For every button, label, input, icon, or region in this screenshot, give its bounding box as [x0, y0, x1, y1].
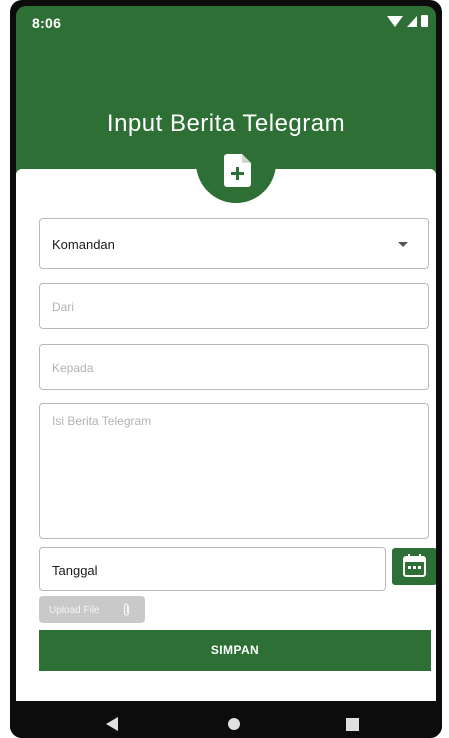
- status-icons: [387, 15, 428, 27]
- back-icon[interactable]: [106, 717, 118, 731]
- wifi-icon: [387, 15, 403, 27]
- calendar-icon: [403, 554, 426, 577]
- page-title: Input Berita Telegram: [106, 110, 346, 137]
- upload-file-button[interactable]: Upload File: [39, 596, 145, 623]
- document-add-icon: [224, 154, 251, 187]
- dari-input[interactable]: Dari: [39, 283, 429, 329]
- save-button[interactable]: SIMPAN: [39, 630, 431, 671]
- komandan-dropdown[interactable]: Komandan: [39, 218, 429, 269]
- tanggal-value: Tanggal: [52, 563, 98, 578]
- tanggal-input[interactable]: Tanggal: [39, 547, 386, 591]
- isi-berita-placeholder: Isi Berita Telegram: [52, 414, 152, 428]
- komandan-dropdown-value: Komandan: [52, 237, 115, 252]
- status-bar: 8:06: [16, 6, 436, 34]
- recent-apps-icon[interactable]: [346, 718, 359, 731]
- kepada-placeholder: Kepada: [52, 361, 94, 375]
- signal-icon: [407, 15, 417, 27]
- upload-file-label: Upload File: [49, 605, 100, 616]
- phone-frame: 8:06 Input Berita Telegram Komandan Dari…: [10, 0, 442, 738]
- calendar-button[interactable]: [392, 548, 436, 585]
- android-nav-bar: [10, 702, 442, 738]
- chevron-down-icon[interactable]: [398, 242, 408, 247]
- kepada-input[interactable]: Kepada: [39, 344, 429, 390]
- battery-icon: [421, 15, 428, 27]
- home-icon[interactable]: [228, 718, 240, 730]
- dari-placeholder: Dari: [52, 300, 75, 314]
- isi-berita-textarea[interactable]: Isi Berita Telegram: [39, 403, 429, 539]
- app-screen: 8:06 Input Berita Telegram Komandan Dari…: [16, 6, 436, 701]
- paperclip-icon: [123, 603, 130, 616]
- status-time: 8:06: [32, 15, 62, 31]
